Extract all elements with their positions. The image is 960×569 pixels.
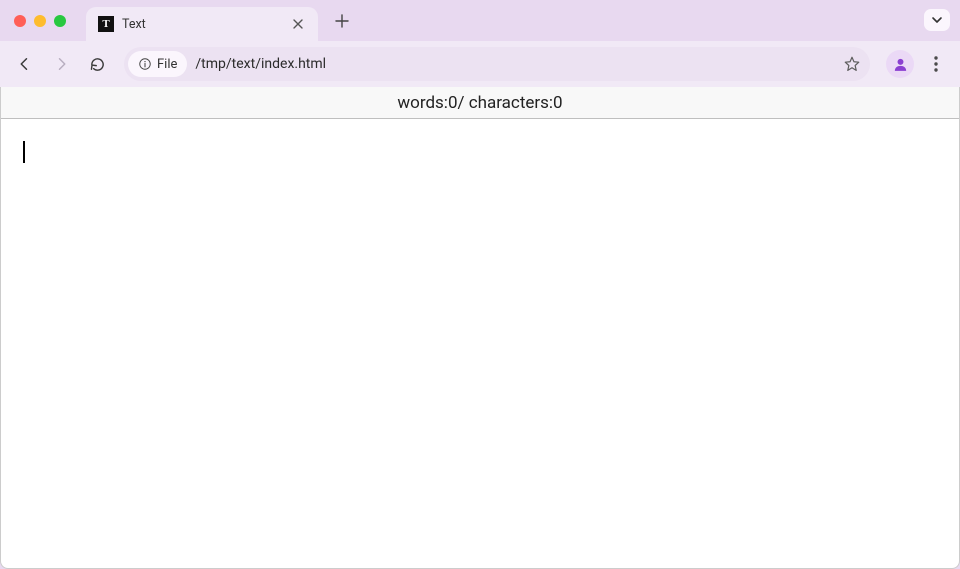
browser-tab[interactable]: T Text bbox=[86, 7, 318, 41]
url-scheme-label: File bbox=[157, 57, 177, 72]
characters-label: / characters: bbox=[458, 93, 554, 113]
tab-overflow-button[interactable] bbox=[924, 9, 950, 31]
close-window-button[interactable] bbox=[14, 15, 26, 27]
page-content: words: 0 / characters: 0 bbox=[0, 87, 960, 569]
window-controls bbox=[14, 15, 66, 27]
new-tab-button[interactable] bbox=[328, 7, 356, 35]
url-path[interactable]: /tmp/text/index.html bbox=[195, 56, 838, 72]
text-editor[interactable] bbox=[1, 119, 959, 568]
tab-favicon: T bbox=[98, 16, 114, 32]
bookmark-button[interactable] bbox=[838, 50, 866, 78]
tab-title: Text bbox=[122, 17, 290, 32]
text-cursor bbox=[23, 141, 25, 163]
back-button[interactable] bbox=[10, 49, 40, 79]
person-icon bbox=[892, 56, 909, 73]
titlebar: T Text bbox=[0, 0, 960, 41]
maximize-window-button[interactable] bbox=[54, 15, 66, 27]
menu-button[interactable] bbox=[922, 50, 950, 78]
kebab-icon bbox=[934, 56, 938, 72]
status-bar: words: 0 / characters: 0 bbox=[1, 87, 959, 119]
close-tab-button[interactable] bbox=[290, 16, 306, 32]
profile-button[interactable] bbox=[886, 50, 914, 78]
info-icon bbox=[138, 57, 152, 71]
character-count: 0 bbox=[553, 93, 563, 113]
word-count: 0 bbox=[448, 93, 458, 113]
forward-button[interactable] bbox=[46, 49, 76, 79]
reload-button[interactable] bbox=[82, 49, 112, 79]
browser-toolbar: File /tmp/text/index.html bbox=[0, 41, 960, 87]
url-scheme-chip[interactable]: File bbox=[128, 51, 187, 77]
words-label: words: bbox=[397, 93, 448, 113]
address-bar[interactable]: File /tmp/text/index.html bbox=[124, 47, 870, 81]
minimize-window-button[interactable] bbox=[34, 15, 46, 27]
